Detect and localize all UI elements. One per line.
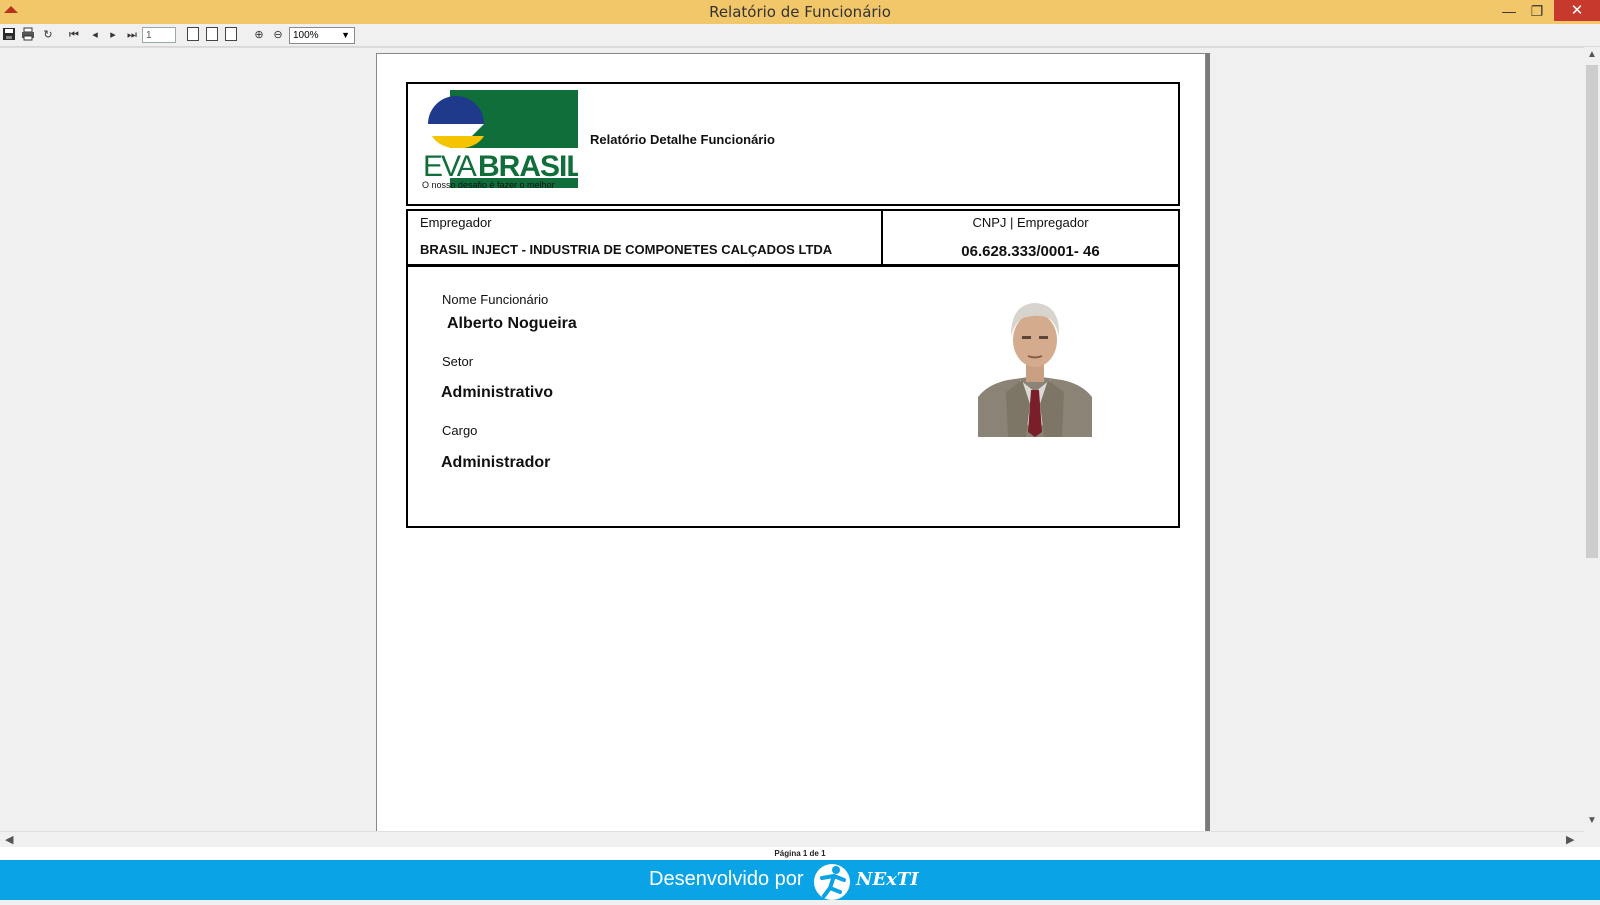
sector-value: Administrativo bbox=[441, 384, 554, 401]
page-status: Página 1 de 1 bbox=[0, 847, 1600, 860]
employer-box: Empregador BRASIL INJECT - INDUSTRIA DE … bbox=[406, 209, 883, 267]
next-page-icon[interactable]: ▸ bbox=[105, 27, 121, 43]
zoom-out-icon[interactable]: ⊖ bbox=[270, 27, 286, 43]
scroll-up-icon[interactable]: ▲ bbox=[1587, 49, 1597, 60]
scroll-left-icon[interactable]: ◀ bbox=[5, 833, 13, 846]
svg-text:O nosso desafio é fazer o melh: O nosso desafio é fazer o melhor bbox=[422, 180, 555, 190]
first-page-icon[interactable]: ⏮ bbox=[66, 27, 82, 43]
title-bar: Relatório de Funcionário — ❐ ✕ bbox=[0, 0, 1600, 24]
role-label: Cargo bbox=[442, 423, 478, 438]
zoom-select[interactable]: 100% ▼ bbox=[289, 27, 355, 44]
save-icon[interactable] bbox=[1, 27, 17, 43]
vertical-scroll-thumb[interactable] bbox=[1586, 65, 1598, 558]
scroll-right-icon[interactable]: ▶ bbox=[1566, 833, 1574, 846]
report-page: EVA BRASIL O nosso desafio é fazer o mel… bbox=[376, 53, 1206, 831]
sector-label: Setor bbox=[442, 354, 474, 369]
prev-page-icon[interactable]: ◂ bbox=[87, 27, 103, 43]
cnpj-box: CNPJ | Empregador 06.628.333/0001- 46 bbox=[881, 209, 1180, 267]
zoom-value: 100% bbox=[293, 30, 319, 41]
svg-text:BRASIL: BRASIL bbox=[478, 150, 578, 183]
report-viewer[interactable]: EVA BRASIL O nosso desafio é fazer o mel… bbox=[0, 47, 1584, 831]
employer-value: BRASIL INJECT - INDUSTRIA DE COMPONETES … bbox=[420, 242, 833, 257]
whole-page-icon[interactable] bbox=[225, 27, 237, 41]
refresh-icon[interactable]: ↻ bbox=[40, 27, 56, 43]
window-title: Relatório de Funcionário bbox=[709, 3, 891, 21]
report-title: Relatório Detalhe Funcionário bbox=[590, 132, 775, 147]
zoom-in-icon[interactable]: ⊕ bbox=[251, 27, 267, 43]
print-icon[interactable] bbox=[20, 27, 36, 43]
employee-box: Nome Funcionário Alberto Nogueira Setor … bbox=[406, 264, 1180, 528]
employee-photo bbox=[978, 292, 1092, 437]
report-toolbar: ↻ ⏮ ◂ ▸ ⏭ 1 ⊕ ⊖ 100% ▼ bbox=[0, 24, 1600, 47]
role-value: Administrador bbox=[441, 454, 551, 471]
minimize-button[interactable]: — bbox=[1494, 0, 1524, 22]
name-label: Nome Funcionário bbox=[442, 292, 549, 307]
vertical-scrollbar[interactable]: ▲ ▼ bbox=[1584, 47, 1600, 830]
employer-label: Empregador bbox=[420, 215, 492, 230]
last-page-icon[interactable]: ⏭ bbox=[124, 27, 140, 43]
cnpj-label: CNPJ | Empregador bbox=[972, 215, 1089, 230]
page-number-input[interactable]: 1 bbox=[142, 27, 176, 43]
cnpj-value: 06.628.333/0001- 46 bbox=[961, 243, 1100, 260]
horizontal-scrollbar[interactable]: ◀ ▶ bbox=[0, 831, 1584, 848]
nexti-logo-icon bbox=[812, 862, 854, 900]
footer-banner: Desenvolvido por NExTI bbox=[0, 860, 1600, 900]
svg-text:EVA: EVA bbox=[423, 150, 477, 183]
single-page-icon[interactable] bbox=[187, 27, 199, 41]
report-header: EVA BRASIL O nosso desafio é fazer o mel… bbox=[406, 82, 1180, 206]
footer-brand: NExTI bbox=[856, 869, 919, 890]
maximize-button[interactable]: ❐ bbox=[1522, 0, 1552, 22]
developed-by-text: Desenvolvido por bbox=[649, 868, 804, 890]
page-width-icon[interactable] bbox=[206, 27, 218, 41]
chevron-down-icon: ▼ bbox=[341, 30, 350, 40]
name-value: Alberto Nogueira bbox=[447, 315, 577, 332]
close-button[interactable]: ✕ bbox=[1554, 0, 1600, 21]
scroll-down-icon[interactable]: ▼ bbox=[1587, 815, 1597, 826]
company-logo: EVA BRASIL O nosso desafio é fazer o mel… bbox=[422, 90, 585, 190]
